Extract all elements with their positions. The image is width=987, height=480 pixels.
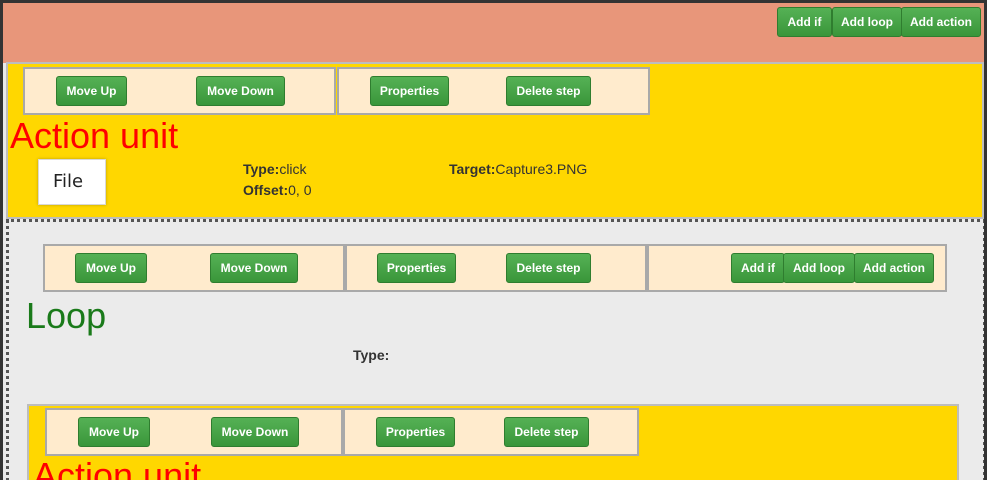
offset-value: 0, 0 [288, 182, 312, 198]
loop-move-down-button[interactable]: Move Down [210, 253, 298, 283]
loop-title: Loop [26, 295, 107, 336]
add-if-button[interactable]: Add if [777, 7, 832, 37]
target-value: Capture3.PNG [495, 161, 588, 177]
delete-step-button[interactable]: Delete step [506, 76, 591, 106]
loop-type-field: Type: [353, 347, 389, 363]
move-down-button[interactable]: Move Down [196, 76, 285, 106]
nested-move-down-button[interactable]: Move Down [211, 417, 299, 447]
type-label: Type: [243, 161, 280, 177]
step-controls-cell: Properties Delete step [337, 67, 650, 115]
nested-action-unit-block: Move Up Move Down Properties Delete step… [27, 404, 959, 480]
top-toolbar: Add if Add loop Add action [3, 3, 984, 63]
loop-add-action-button[interactable]: Add action [854, 253, 934, 283]
loop-step-controls-cell: Properties Delete step [345, 244, 647, 292]
loop-block: Move Up Move Down Properties Delete step… [6, 219, 984, 480]
nested-move-up-button[interactable]: Move Up [78, 417, 150, 447]
move-controls-cell: Move Up Move Down [23, 67, 336, 115]
loop-add-controls-cell: Add if Add loop Add action [647, 244, 947, 292]
action-unit-title: Action unit [10, 115, 179, 156]
image-thumbnail-icon[interactable]: File [38, 159, 106, 205]
move-up-button[interactable]: Move Up [56, 76, 127, 106]
type-field: Type:click [243, 161, 307, 177]
loop-add-if-button[interactable]: Add if [731, 253, 785, 283]
nested-step-controls-cell: Properties Delete step [343, 408, 639, 456]
nested-move-controls-cell: Move Up Move Down [45, 408, 343, 456]
thumbnail-text: File [53, 171, 84, 192]
workflow-editor: Add if Add loop Add action Move Up Move … [0, 0, 987, 480]
add-loop-button[interactable]: Add loop [832, 7, 902, 37]
loop-type-label: Type: [353, 347, 390, 363]
offset-field: Offset:0, 0 [243, 182, 311, 198]
nested-action-unit-title: Action unit [33, 455, 202, 480]
target-label: Target: [449, 161, 496, 177]
add-action-button[interactable]: Add action [901, 7, 981, 37]
action-unit-block: Move Up Move Down Properties Delete step… [6, 62, 984, 219]
offset-label: Offset: [243, 182, 289, 198]
type-value: click [279, 161, 307, 177]
loop-add-loop-button[interactable]: Add loop [783, 253, 855, 283]
loop-properties-button[interactable]: Properties [377, 253, 456, 283]
nested-properties-button[interactable]: Properties [376, 417, 455, 447]
loop-move-controls-cell: Move Up Move Down [43, 244, 345, 292]
loop-move-up-button[interactable]: Move Up [75, 253, 147, 283]
nested-delete-step-button[interactable]: Delete step [504, 417, 589, 447]
properties-button[interactable]: Properties [370, 76, 449, 106]
loop-delete-step-button[interactable]: Delete step [506, 253, 591, 283]
target-field: Target:Capture3.PNG [449, 161, 587, 177]
